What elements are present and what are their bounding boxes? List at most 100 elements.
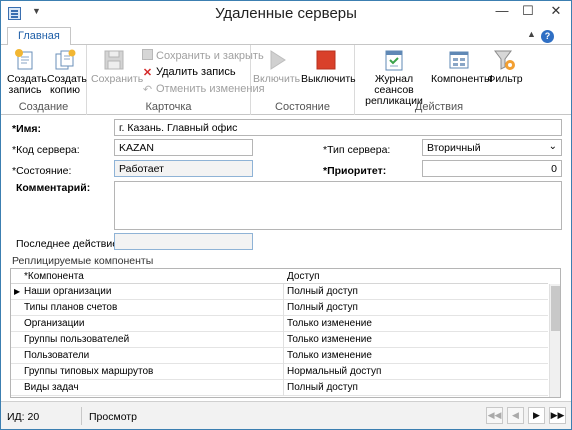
play-icon [270,50,286,70]
components-section-title: Реплицируемые компоненты [12,255,154,267]
title-bar: ▼ Удаленные серверы — ☐ ✕ [1,1,571,27]
server-type-label: *Тип сервера: [323,144,391,156]
record-id: ИД: 20 [7,411,40,423]
table-row[interactable]: Типы планов счетов Полный доступ [11,300,548,316]
server-type-value: Вторичный [427,142,481,154]
column-divider [283,284,284,300]
access-cell: Только изменение [287,334,372,345]
table-row[interactable]: Пользователи Только изменение [11,348,548,364]
component-cell: Группы типовых маршрутов [24,366,154,377]
close-button[interactable]: ✕ [541,1,571,21]
record-form: *Имя: г. Казань. Главный офис *Код серве… [1,116,571,253]
enable-button[interactable]: Включить [253,48,300,85]
disable-button[interactable]: Выключить [301,48,356,85]
access-cell: Нормальный доступ [287,366,382,377]
table-row[interactable]: ▶ Наши организации Полный доступ [11,284,548,300]
component-cell: Группы пользователей [24,334,130,345]
new-record-icon [15,49,33,70]
name-label: *Имя: [12,123,42,135]
component-cell: Пользователи [24,350,90,361]
column-divider [283,380,284,396]
access-cell: Только изменение [287,350,372,361]
main-window: ▼ Удаленные серверы — ☐ ✕ Главная ▲ ? Со… [0,0,572,430]
group-actions: Журнал сеансов репликации Компоненты Фил… [355,45,523,115]
component-cell: Типы планов счетов [24,302,118,313]
filter-button[interactable]: Фильтр [487,48,523,85]
view-mode: Просмотр [89,411,137,423]
last-action-field [114,233,253,250]
column-divider [283,300,284,316]
minimize-button[interactable]: — [489,1,515,21]
stop-icon [316,50,336,70]
group-label-state: Состояние [275,101,330,113]
access-cell: Полный доступ [287,382,358,393]
maximize-button[interactable]: ☐ [515,1,541,21]
create-record-button[interactable]: Создать запись [7,48,47,96]
component-cell: Наши организации [24,286,112,297]
save-button[interactable]: Сохранить [91,48,143,85]
name-field[interactable]: г. Казань. Главный офис [114,119,562,136]
copy-record-icon [55,49,76,70]
ribbon: Создать запись Создать копию Создание Со… [1,45,571,115]
filter-icon [494,50,515,70]
components-button[interactable]: Компоненты [431,48,492,85]
components-grid: *Компонента Доступ ▶ Наши организации Полн… [10,268,561,398]
save-close-button[interactable]: Сохранить и закрыть [142,49,264,62]
table-row[interactable]: Организации Только изменение [11,316,548,332]
comment-field[interactable] [114,181,562,230]
priority-label: *Приоритет: [323,165,387,177]
status-bar: ИД: 20 Просмотр ◀◀ ◀ ▶ ▶▶ [1,401,571,429]
group-card: Сохранить Сохранить и закрыть ✕ Удалить з… [87,45,265,115]
column-divider [283,348,284,364]
components-icon [449,51,469,69]
server-code-field[interactable]: KAZAN [114,139,253,156]
next-record-icon[interactable]: ▶ [528,407,545,424]
component-cell: Организации [24,318,85,329]
priority-field[interactable]: 0 [422,160,562,177]
delete-x-icon: ✕ [142,67,153,79]
column-divider [283,364,284,380]
state-label: *Состояние: [12,165,72,177]
collapse-ribbon-icon[interactable]: ▲ [527,29,536,39]
state-field: Работает [114,160,253,177]
tab-main[interactable]: Главная [7,27,71,46]
table-row[interactable]: Группы пользователей Только изменение [11,332,548,348]
group-label-card: Карточка [145,101,192,113]
save-close-icon [142,49,153,60]
code-label: *Код сервера: [12,144,80,156]
status-divider [81,407,82,425]
create-copy-button[interactable]: Создать копию [47,48,87,96]
vertical-scrollbar[interactable] [549,284,560,397]
delete-record-button[interactable]: ✕ Удалить запись [142,66,236,79]
group-label-create: Создание [18,101,69,113]
last-action-label: Последнее действие: [16,238,121,250]
table-row[interactable]: Виды задач Полный доступ [11,380,548,396]
last-record-icon[interactable]: ▶▶ [549,407,566,424]
column-divider [283,316,284,332]
table-row[interactable]: Группы типовых маршрутов Нормальный досту… [11,364,548,380]
column-header-access[interactable]: Доступ [287,271,320,282]
column-header-component[interactable]: *Компонента [24,271,84,282]
column-divider [283,332,284,348]
replication-journal-button[interactable]: Журнал сеансов репликации [357,48,431,107]
ribbon-tabs: Главная ▲ ? [1,27,571,46]
comment-label: Комментарий: [16,182,91,194]
scrollbar-thumb[interactable] [551,286,560,331]
first-record-icon[interactable]: ◀◀ [486,407,503,424]
current-row-indicator-icon: ▶ [14,287,21,296]
group-state: Включить Выключить Состояние [251,45,356,115]
cancel-changes-button[interactable]: ↶ Отменить изменения [142,83,265,96]
component-cell: Виды задач [24,382,79,393]
save-icon [104,50,124,70]
access-cell: Только изменение [287,318,372,329]
access-cell: Полный доступ [287,302,358,313]
help-icon[interactable]: ? [541,30,554,43]
server-type-select[interactable]: Вторичный ⌄ [422,139,562,156]
undo-icon: ↶ [142,84,153,96]
chevron-down-icon: ⌄ [548,141,557,152]
access-cell: Полный доступ [287,286,358,297]
window-title: Удаленные серверы [215,5,357,22]
group-label-actions: Действия [414,101,464,113]
grid-header: *Компонента Доступ [11,269,548,284]
previous-record-icon[interactable]: ◀ [507,407,524,424]
